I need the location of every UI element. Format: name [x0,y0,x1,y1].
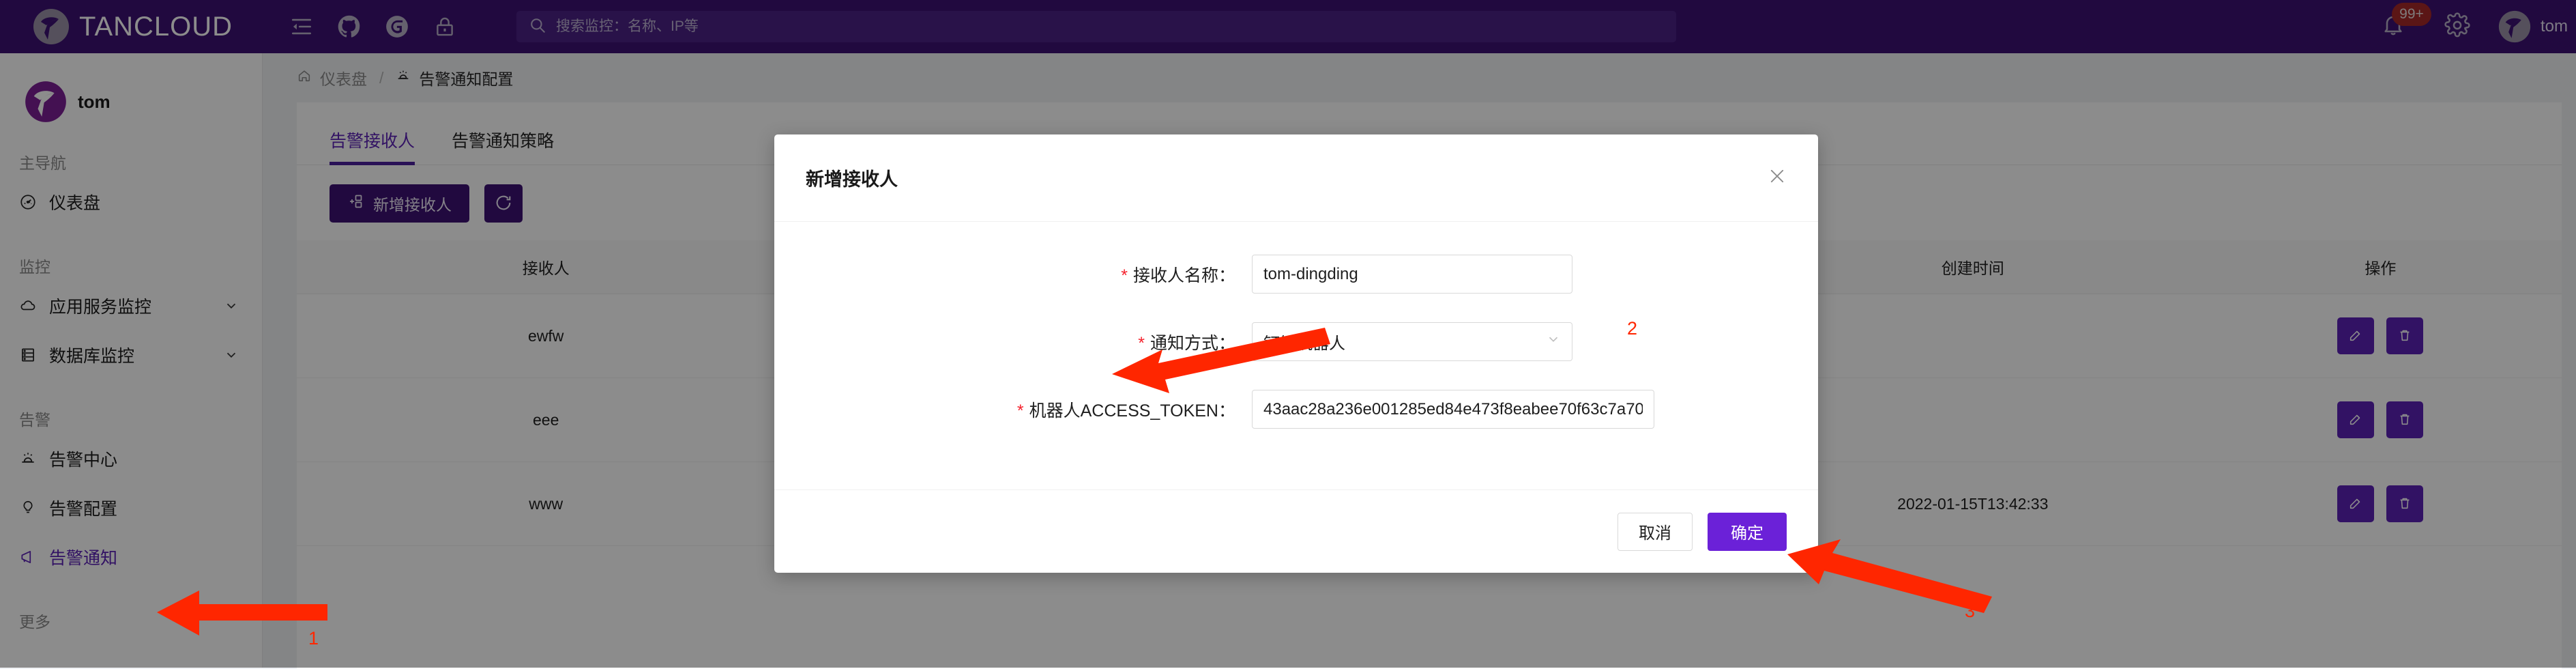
required-mark: * [1138,334,1145,353]
notify-method-select[interactable]: 钉钉机器人 [1252,322,1572,361]
modal-header: 新增接收人 [774,134,1818,222]
notify-method-value: 钉钉机器人 [1263,330,1345,354]
form-row-notify-method: * 通知方式： 钉钉机器人 [774,322,1818,361]
form-row-receiver-name: * 接收人名称： [774,255,1818,294]
label-text: 通知方式： [1150,334,1235,353]
modal-body: *接收人名称： *通知方式： 钉钉机器人 *机器人ACCESS_TOKEN： [774,222,1818,489]
receiver-name-label: * 接收人名称： [774,262,1252,287]
required-mark: * [1017,401,1024,421]
form-row-access-token: *机器人ACCESS_TOKEN： [774,390,1818,429]
cancel-button[interactable]: 取消 [1618,513,1693,551]
modal-footer: 取消 确定 [774,489,1818,573]
label-text: 机器人ACCESS_TOKEN： [1029,401,1235,421]
annotation-number-2: 2 [1627,318,1637,339]
add-receiver-modal: 新增接收人 * 接收人名称： * 通知方式： 钉钉机器人 [774,134,1818,573]
annotation-number-1: 1 [308,628,319,649]
required-mark: * [1121,266,1128,285]
receiver-name-input[interactable] [1252,255,1572,294]
close-icon[interactable] [1768,167,1787,190]
access-token-label: *机器人ACCESS_TOKEN： [774,397,1252,422]
modal-title: 新增接收人 [806,165,898,191]
label-text: 接收人名称： [1133,266,1235,285]
chevron-down-icon [1546,332,1561,352]
annotation-number-3: 3 [1965,601,1975,622]
access-token-input[interactable] [1252,390,1654,429]
notify-method-label: * 通知方式： [774,330,1252,354]
ok-button[interactable]: 确定 [1708,513,1787,551]
